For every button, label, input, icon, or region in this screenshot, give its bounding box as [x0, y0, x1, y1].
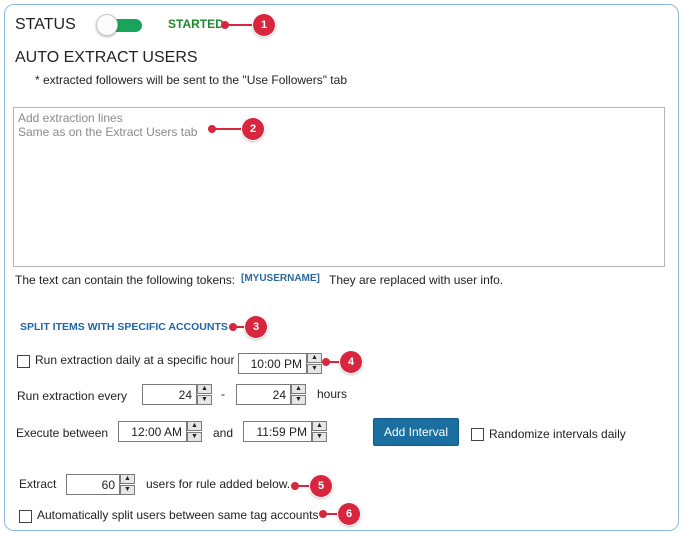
callout-badge: 3	[245, 316, 267, 338]
randomize-label: Randomize intervals daily	[489, 427, 626, 441]
spin-down-icon[interactable]: ▼	[120, 485, 135, 495]
daily-time-value[interactable]: 10:00 PM	[238, 353, 307, 374]
range-dash: -	[221, 387, 225, 401]
spin-up-icon[interactable]: ▲	[307, 353, 322, 363]
section-note: * extracted followers will be sent to th…	[35, 73, 347, 87]
run-every-to-spinner: ▲ ▼	[291, 384, 306, 405]
run-every-to-value[interactable]: 24	[236, 384, 291, 405]
callout-badge: 1	[253, 14, 275, 36]
spin-up-icon[interactable]: ▲	[291, 384, 306, 394]
start-time-picker[interactable]: 12:00 AM ▲ ▼	[118, 421, 202, 442]
callout-badge: 2	[242, 118, 264, 140]
extract-count-value[interactable]: 60	[66, 474, 120, 495]
daily-time-spinner: ▲ ▼	[307, 353, 322, 374]
auto-split-label: Automatically split users between same t…	[37, 508, 319, 522]
split-heading: SPLIT ITEMS WITH SPECIFIC ACCOUNTS	[20, 321, 228, 333]
callout-2: 2	[208, 118, 264, 140]
run-every-from-value[interactable]: 24	[142, 384, 197, 405]
tokens-suffix-text: They are replaced with user info.	[329, 273, 504, 287]
spin-down-icon[interactable]: ▼	[291, 395, 306, 405]
section-title: AUTO EXTRACT USERS	[15, 49, 198, 66]
callout-1: 1	[221, 14, 275, 36]
daily-run-checkbox[interactable]	[17, 355, 30, 368]
callout-dot	[221, 21, 229, 29]
spin-up-icon[interactable]: ▲	[120, 474, 135, 484]
run-every-to-stepper[interactable]: 24 ▲ ▼	[236, 384, 306, 405]
extraction-lines-textarea[interactable]	[13, 107, 665, 267]
extract-label: Extract	[19, 477, 57, 491]
start-time-spinner: ▲ ▼	[187, 421, 202, 442]
status-label: STATUS	[15, 16, 76, 33]
status-state-text: STARTED	[168, 17, 224, 31]
add-interval-button[interactable]: Add Interval	[373, 418, 459, 446]
daily-time-picker[interactable]: 10:00 PM ▲ ▼	[238, 353, 322, 374]
callout-badge: 4	[340, 351, 362, 373]
start-time-value[interactable]: 12:00 AM	[118, 421, 187, 442]
auto-split-checkbox[interactable]	[19, 510, 32, 523]
callout-dot	[229, 323, 237, 331]
run-every-label: Run extraction every	[17, 389, 128, 403]
spin-down-icon[interactable]: ▼	[187, 432, 202, 442]
callout-dot	[319, 510, 327, 518]
run-every-from-spinner: ▲ ▼	[197, 384, 212, 405]
end-time-spinner: ▲ ▼	[312, 421, 327, 442]
spin-up-icon[interactable]: ▲	[187, 421, 202, 431]
end-time-picker[interactable]: 11:59 PM ▲ ▼	[243, 421, 327, 442]
callout-dot	[208, 125, 216, 133]
and-label: and	[213, 426, 234, 440]
end-time-value[interactable]: 11:59 PM	[243, 421, 312, 442]
callout-badge: 5	[310, 475, 332, 497]
callout-4: 4	[322, 351, 362, 373]
toggle-knob	[96, 14, 118, 36]
token-myusername: [MYUSERNAME]	[241, 273, 320, 284]
spin-down-icon[interactable]: ▼	[307, 364, 322, 374]
daily-run-label: Run extraction daily at a specific hour	[35, 353, 235, 367]
callout-5: 5	[291, 475, 332, 497]
spin-up-icon[interactable]: ▲	[312, 421, 327, 431]
extract-count-stepper[interactable]: 60 ▲ ▼	[66, 474, 135, 495]
run-every-from-stepper[interactable]: 24 ▲ ▼	[142, 384, 212, 405]
hours-unit-label: hours	[317, 387, 348, 401]
callout-dot	[291, 482, 299, 490]
randomize-checkbox[interactable]	[471, 428, 484, 441]
spin-down-icon[interactable]: ▼	[312, 432, 327, 442]
spin-up-icon[interactable]: ▲	[197, 384, 212, 394]
extract-suffix-label: users for rule added below.	[146, 477, 291, 491]
spin-down-icon[interactable]: ▼	[197, 395, 212, 405]
callout-dot	[322, 358, 330, 366]
extract-count-spinner: ▲ ▼	[120, 474, 135, 495]
callout-badge: 6	[338, 503, 360, 525]
tokens-prefix-text: The text can contain the following token…	[15, 273, 236, 287]
callout-6: 6	[319, 503, 360, 525]
execute-between-label: Execute between	[16, 426, 109, 440]
status-toggle[interactable]	[96, 14, 142, 36]
callout-3: 3	[229, 316, 267, 338]
